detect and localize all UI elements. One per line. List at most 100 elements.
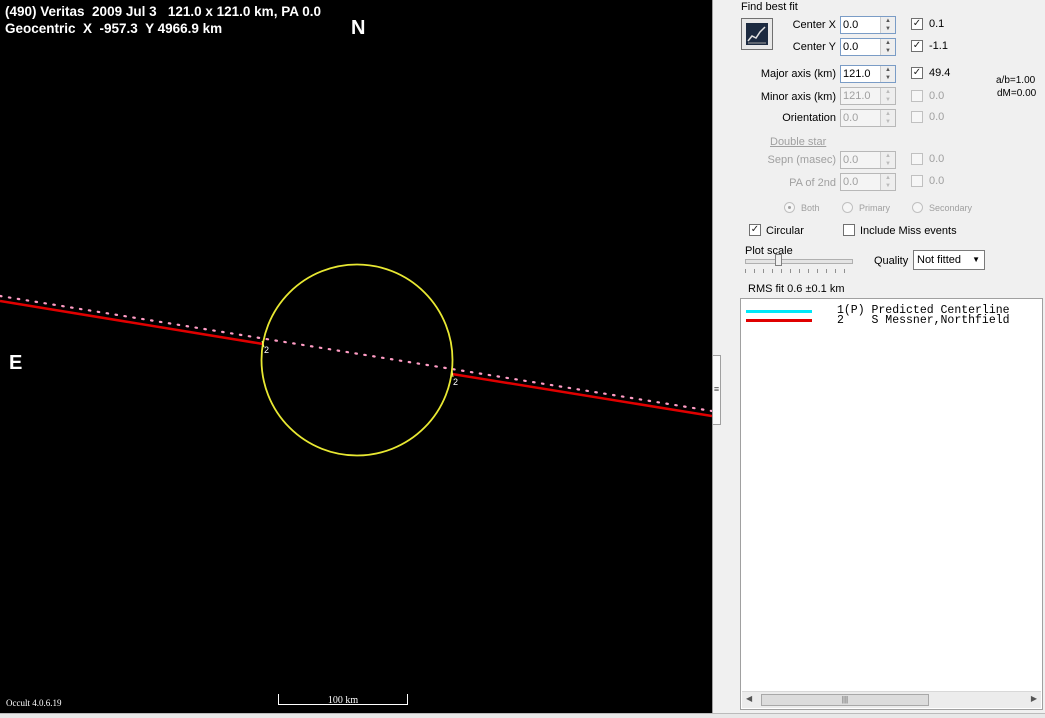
major-axis-label: Major axis (km) (760, 68, 836, 80)
circular-checkbox[interactable]: ✓ (749, 224, 761, 236)
plot-scale-slider-thumb[interactable] (775, 254, 782, 266)
spin-up-icon[interactable]: ▲ (881, 66, 895, 74)
minor-axis-fit-value: 0.0 (929, 90, 945, 102)
pa2-spin-buttons[interactable]: ▲ ▼ (880, 174, 895, 190)
radio-both[interactable] (784, 202, 795, 213)
spin-down-icon[interactable]: ▼ (881, 118, 895, 126)
plot-title-line1: (490) Veritas 2009 Jul 3 121.0 x 121.0 k… (5, 4, 321, 19)
pa2-fit-checkbox[interactable] (911, 175, 923, 187)
center-y-value: 0.0 (843, 41, 859, 53)
scale-bar-label: 100 km (327, 695, 359, 706)
sepn-fit-checkbox[interactable] (911, 153, 923, 165)
fit-control-panel: Find best fit Center X 0.0 ▲ ▼ ✓ 0.1 Cent… (722, 0, 1045, 713)
spin-down-icon[interactable]: ▼ (881, 182, 895, 190)
spin-down-icon[interactable]: ▼ (881, 96, 895, 104)
spin-up-icon[interactable]: ▲ (881, 39, 895, 47)
plot-scale-track[interactable] (745, 259, 853, 264)
find-best-fit-button[interactable] (741, 18, 773, 50)
scroll-left-icon[interactable]: ◀ (746, 694, 752, 703)
center-x-fit-value: 0.1 (929, 18, 945, 30)
major-axis-fit-checkbox[interactable]: ✓ (911, 67, 923, 79)
quality-dropdown[interactable]: Not fitted ▼ (913, 250, 985, 270)
minor-axis-spinner[interactable]: 121.0 ▲ ▼ (840, 87, 896, 105)
center-y-fit-value: -1.1 (929, 40, 948, 52)
legend-horizontal-scrollbar[interactable]: ◀ ||| ▶ (742, 691, 1041, 708)
center-y-spin-buttons[interactable]: ▲ ▼ (880, 39, 895, 55)
splitter-grip-icon[interactable]: ≡ (712, 355, 721, 425)
orientation-label: Orientation (782, 112, 836, 124)
minor-axis-spin-buttons[interactable]: ▲ ▼ (880, 88, 895, 104)
major-axis-spinner[interactable]: 121.0 ▲ ▼ (840, 65, 896, 83)
minor-axis-label: Minor axis (km) (760, 91, 836, 103)
scroll-right-icon[interactable]: ▶ (1031, 694, 1037, 703)
dm-value: dM=0.00 (997, 88, 1037, 99)
scrollbar-thumb[interactable]: ||| (761, 694, 929, 706)
legend-row-2[interactable]: 2 S Messner,Northfield (837, 314, 1010, 327)
scale-bar: 100 km (278, 694, 408, 706)
chord-segment-right (451, 372, 712, 418)
sepn-spinner[interactable]: 0.0 ▲ ▼ (840, 151, 896, 169)
center-y-spinner[interactable]: 0.0 ▲ ▼ (840, 38, 896, 56)
sepn-value: 0.0 (843, 154, 859, 166)
chord-label-2: 2 (453, 377, 458, 387)
spin-down-icon[interactable]: ▼ (881, 47, 895, 55)
plot-canvas[interactable]: 2 2 (490) Veritas 2009 Jul 3 121.0 x 121… (0, 0, 712, 713)
sepn-label: Sepn (masec) (767, 154, 836, 166)
radio-secondary[interactable] (912, 202, 923, 213)
minor-axis-value: 121.0 (843, 90, 871, 102)
radio-primary-label: Primary (859, 203, 890, 213)
status-strip (0, 713, 1045, 718)
plot-scale-ticks (745, 269, 853, 273)
spin-down-icon[interactable]: ▼ (881, 160, 895, 168)
center-y-label: Center Y (792, 41, 836, 53)
orientation-spin-buttons[interactable]: ▲ ▼ (880, 110, 895, 126)
center-x-fit-checkbox[interactable]: ✓ (911, 18, 923, 30)
spin-up-icon[interactable]: ▲ (881, 17, 895, 25)
find-best-fit-label: Find best fit (741, 1, 798, 13)
predicted-path-dots (0, 294, 712, 413)
quality-label: Quality (874, 255, 909, 267)
asteroid-outline (260, 263, 454, 457)
orientation-value: 0.0 (843, 112, 859, 124)
radio-primary[interactable] (842, 202, 853, 213)
pa2-spinner[interactable]: 0.0 ▲ ▼ (840, 173, 896, 191)
orientation-fit-checkbox[interactable] (911, 111, 923, 123)
sepn-fit-value: 0.0 (929, 153, 945, 165)
chart-fit-icon (746, 23, 768, 45)
radio-secondary-label: Secondary (929, 203, 973, 213)
plot-graphics: 2 2 (0, 263, 712, 457)
sepn-spin-buttons[interactable]: ▲ ▼ (880, 152, 895, 168)
orientation-spinner[interactable]: 0.0 ▲ ▼ (840, 109, 896, 127)
circular-label: Circular (766, 225, 804, 237)
observer-legend-list[interactable]: 1(P) Predicted Centerline 2 S Messner,No… (740, 298, 1043, 710)
ab-ratio: a/b=1.00 (996, 75, 1036, 86)
spin-up-icon[interactable]: ▲ (881, 88, 895, 96)
spin-down-icon[interactable]: ▼ (881, 25, 895, 33)
orientation-fit-value: 0.0 (929, 111, 945, 123)
include-miss-label: Include Miss events (860, 225, 957, 237)
minor-axis-fit-checkbox[interactable] (911, 90, 923, 102)
radio-both-label: Both (801, 203, 820, 213)
north-label: N (351, 17, 366, 39)
center-x-spin-buttons[interactable]: ▲ ▼ (880, 17, 895, 33)
east-label: E (9, 352, 23, 374)
quality-value: Not fitted (917, 254, 962, 266)
version-label: Occult 4.0.6.19 (6, 698, 62, 708)
include-miss-checkbox[interactable] (843, 224, 855, 236)
chord-label-1: 2 (264, 345, 269, 355)
plot-scale-label: Plot scale (745, 245, 793, 257)
spin-up-icon[interactable]: ▲ (881, 110, 895, 118)
major-axis-fit-value: 49.4 (929, 67, 951, 79)
pa2-value: 0.0 (843, 176, 859, 188)
spin-down-icon[interactable]: ▼ (881, 74, 895, 82)
pa2-label: PA of 2nd (789, 177, 836, 189)
chevron-down-icon[interactable]: ▼ (972, 255, 980, 264)
legend-line-predicted (746, 310, 812, 313)
center-y-fit-checkbox[interactable]: ✓ (911, 40, 923, 52)
center-x-spinner[interactable]: 0.0 ▲ ▼ (840, 16, 896, 34)
spin-up-icon[interactable]: ▲ (881, 152, 895, 160)
double-star-label: Double star (770, 136, 827, 148)
major-axis-spin-buttons[interactable]: ▲ ▼ (880, 66, 895, 82)
spin-up-icon[interactable]: ▲ (881, 174, 895, 182)
plot-title: (490) Veritas 2009 Jul 3 121.0 x 121.0 k… (5, 3, 321, 37)
